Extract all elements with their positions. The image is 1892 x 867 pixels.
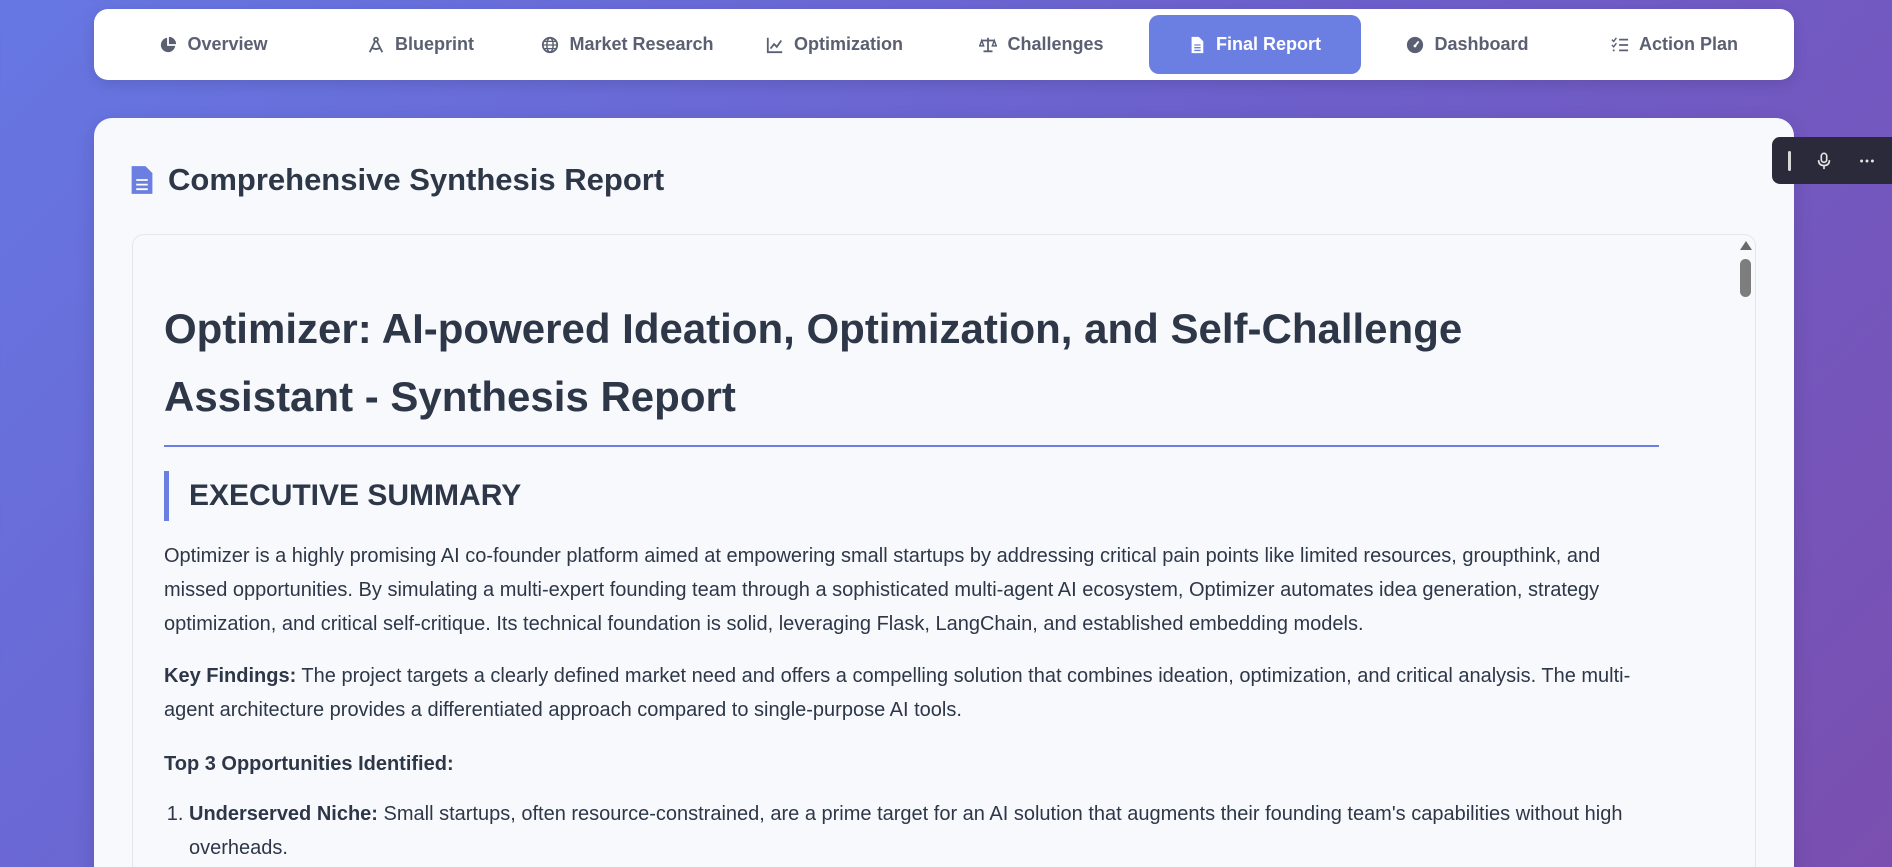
- report-content: Optimizer: AI-powered Ideation, Optimiza…: [133, 235, 1707, 865]
- tab-label: Dashboard: [1434, 34, 1529, 54]
- key-findings-paragraph: Key Findings: The project targets a clea…: [164, 659, 1659, 727]
- opportunities-list: Underserved Niche: Small startups, often…: [164, 797, 1659, 865]
- more-options-icon[interactable]: [1858, 152, 1876, 170]
- floating-toolbar: [1772, 137, 1892, 184]
- opportunity-label: Underserved Niche:: [189, 803, 378, 825]
- report-document[interactable]: Optimizer: AI-powered Ideation, Optimiza…: [132, 234, 1756, 867]
- scale-balance-icon: [979, 37, 998, 52]
- section-heading: EXECUTIVE SUMMARY: [164, 471, 1659, 521]
- scrollbar[interactable]: [1737, 239, 1753, 867]
- tab-label: Blueprint: [395, 34, 474, 54]
- tab-action-plan[interactable]: Action Plan: [1575, 15, 1775, 74]
- globe-icon: [542, 36, 559, 53]
- card-title: Comprehensive Synthesis Report: [168, 162, 665, 197]
- opportunity-text: Small startups, often resource-constrain…: [189, 803, 1623, 859]
- tab-label: Market Research: [569, 34, 714, 54]
- pie-chart-icon: [161, 36, 177, 52]
- scroll-up-arrow-icon[interactable]: [1740, 241, 1752, 250]
- tab-label: Overview: [187, 34, 268, 54]
- tab-bar: Overview Blueprint Market Research Optim…: [94, 9, 1794, 80]
- tab-dashboard[interactable]: Dashboard: [1368, 15, 1568, 74]
- tab-overview[interactable]: Overview: [114, 15, 314, 74]
- opportunities-heading: Top 3 Opportunities Identified:: [164, 747, 1659, 781]
- opportunities-heading-text: Top 3 Opportunities Identified:: [164, 753, 454, 775]
- tab-blueprint[interactable]: Blueprint: [321, 15, 521, 74]
- list-check-icon: [1611, 36, 1629, 51]
- tab-market-research[interactable]: Market Research: [528, 15, 728, 74]
- scrollbar-thumb[interactable]: [1740, 259, 1751, 297]
- summary-paragraph: Optimizer is a highly promising AI co-fo…: [164, 545, 1601, 635]
- report-card: Comprehensive Synthesis Report Optimizer…: [94, 118, 1794, 867]
- key-findings-text: The project targets a clearly defined ma…: [164, 665, 1631, 721]
- tab-label: Optimization: [794, 34, 903, 54]
- document-icon: [131, 166, 153, 194]
- tab-label: Challenges: [1007, 34, 1104, 54]
- document-icon: [1191, 36, 1204, 53]
- list-item: Underserved Niche: Small startups, often…: [189, 797, 1659, 865]
- line-chart-icon: [766, 37, 783, 53]
- card-header: Comprehensive Synthesis Report: [130, 162, 664, 198]
- report-title: Optimizer: AI-powered Ideation, Optimiza…: [164, 295, 1659, 447]
- tab-label: Action Plan: [1638, 34, 1738, 54]
- tab-optimization[interactable]: Optimization: [735, 15, 935, 74]
- grip-handle-icon[interactable]: [1788, 150, 1792, 171]
- tab-label: Final Report: [1215, 34, 1321, 54]
- tab-final-report[interactable]: Final Report: [1148, 15, 1361, 74]
- gauge-icon: [1407, 36, 1424, 53]
- microphone-icon[interactable]: [1815, 152, 1833, 170]
- compass-drafting-icon: [368, 36, 384, 53]
- tab-challenges[interactable]: Challenges: [942, 15, 1142, 74]
- key-findings-label: Key Findings:: [164, 665, 297, 687]
